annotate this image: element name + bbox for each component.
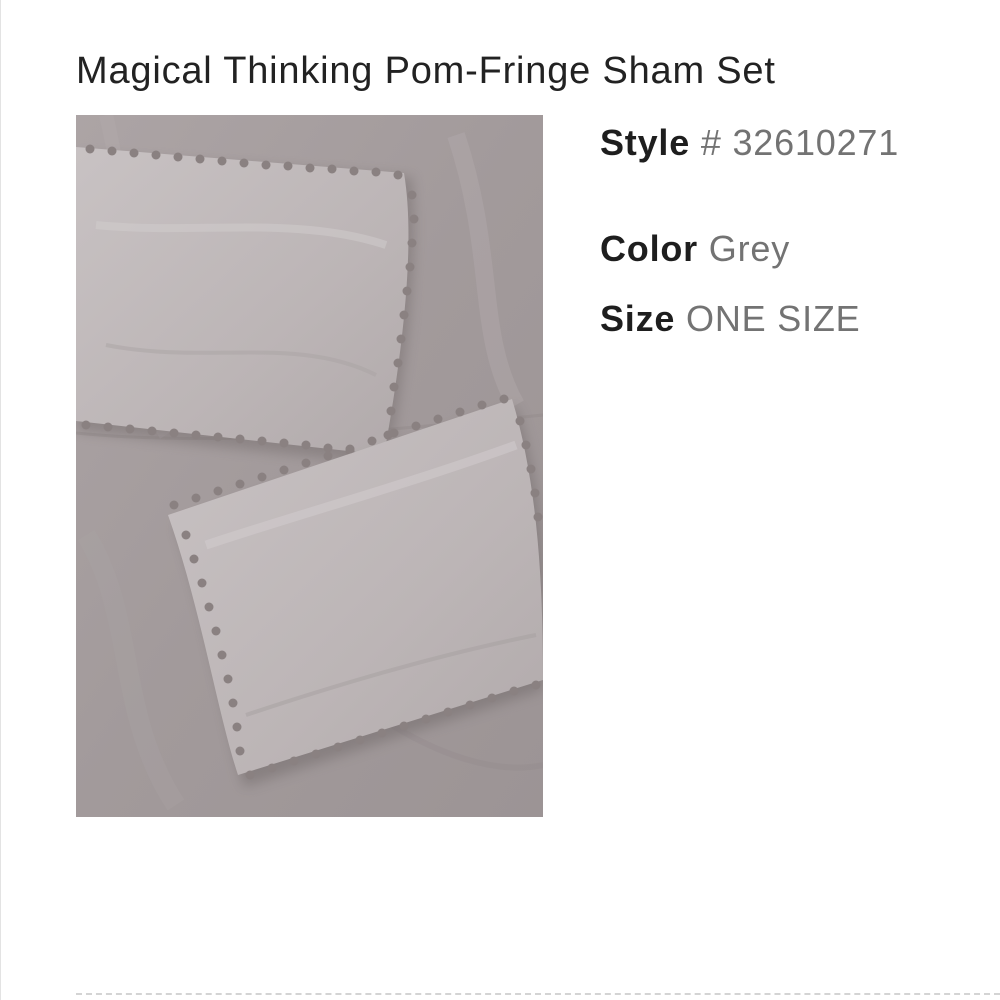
color-label: Color	[600, 228, 709, 269]
left-border	[0, 0, 1, 1000]
style-label: Style	[600, 122, 701, 163]
style-number: # 32610271	[700, 122, 900, 163]
color-value: Grey	[708, 228, 791, 269]
color-row: Color Grey	[600, 228, 790, 270]
size-value: ONE SIZE	[686, 298, 861, 339]
size-row: Size ONE SIZE	[600, 298, 860, 340]
size-label: Size	[600, 298, 687, 339]
style-row: Style # 32610271	[600, 122, 899, 164]
product-image	[76, 115, 543, 817]
section-divider	[76, 993, 1000, 995]
product-title: Magical Thinking Pom-Fringe Sham Set	[76, 50, 776, 92]
